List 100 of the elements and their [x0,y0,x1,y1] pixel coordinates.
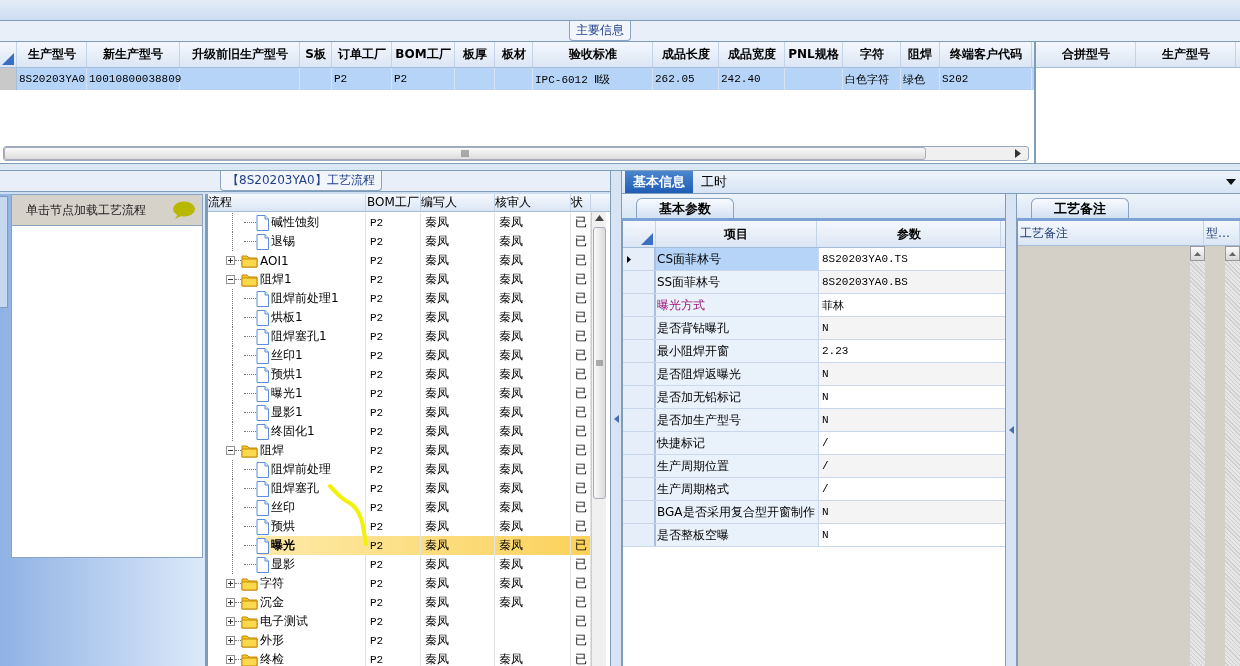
tree-row[interactable]: 显影 P2 秦凤 秦凤 已 [208,555,591,574]
parameter-name[interactable]: 快捷标记 [656,432,819,454]
column-header[interactable]: 终端客户代码 [940,42,1032,67]
column-header[interactable]: 板厚 [455,42,495,67]
table-cell: 已 [575,366,587,383]
column-header[interactable]: 新生产型号 [87,42,180,67]
column-header[interactable]: 工艺备注 [1018,221,1204,245]
tab[interactable]: 基本信息 [625,171,693,193]
column-header[interactable]: 编写人 [421,194,495,211]
table-cell: 秦凤 [499,290,523,307]
parameter-name[interactable]: 生产周期位置 [656,455,819,477]
tree-row[interactable]: 退锡 P2 秦凤 秦凤 已 [208,232,591,251]
parameter-name[interactable]: 曝光方式 [656,294,819,316]
tree-row[interactable]: 显影1 P2 秦凤 秦凤 已 [208,403,591,422]
table-cell: P2 [370,653,384,666]
tree-row[interactable]: 终固化1 P2 秦凤 秦凤 已 [208,422,591,441]
column-header[interactable]: 核审人 [495,194,571,211]
parameter-name[interactable]: 生产周期格式 [656,478,819,500]
parameter-name[interactable]: BGA是否采用复合型开窗制作 [656,501,819,523]
table-cell: P2 [394,73,408,85]
column-header[interactable]: 项目 [656,221,817,247]
column-header[interactable]: 生产型号 [1136,42,1236,67]
table-cell: 秦凤 [425,290,449,307]
tree-row[interactable]: 碱性蚀刻 P2 秦凤 秦凤 已 [208,213,591,232]
column-header[interactable]: BOM工厂 [392,42,455,67]
node-label: 阻焊前处理 [270,461,332,478]
column-header[interactable]: S板 [300,42,332,67]
parameter-name[interactable]: 是否背钻曝孔 [656,317,819,339]
table-cell: P2 [370,292,384,305]
column-header[interactable]: 合拼型号 [1036,42,1136,67]
parameter-name[interactable]: 是否加生产型号 [656,409,819,431]
table-cell: P2 [370,387,384,400]
tree-row[interactable]: 阻焊1 P2 秦凤 秦凤 已 [208,270,591,289]
tree-row[interactable]: 阻焊前处理1 P2 秦凤 秦凤 已 [208,289,591,308]
tree-row[interactable]: 阻焊 P2 秦凤 秦凤 已 [208,441,591,460]
tree-row[interactable]: 电子测试 P2 秦凤 已 [208,612,591,631]
tree-row[interactable]: 预烘1 P2 秦凤 秦凤 已 [208,365,591,384]
table-cell: 秦凤 [499,233,523,250]
node-label: 阻焊塞孔1 [270,328,328,345]
table-cell: 秦凤 [425,518,449,535]
table-cell: 秦凤 [499,442,523,459]
column-header[interactable]: 流程 [208,194,366,211]
node-label: 碱性蚀刻 [270,214,320,231]
tab[interactable]: 工艺备注 [1031,198,1129,218]
table-cell: 秦凤 [425,480,449,497]
node-label: 字符 [259,575,285,592]
table-cell: 秦凤 [425,366,449,383]
table-cell: 秦凤 [499,271,523,288]
table-cell: P2 [370,596,384,609]
table-cell: P2 [370,425,384,438]
column-header[interactable]: 字符 [843,42,901,67]
node-label: 阻焊前处理1 [270,290,340,307]
tree-row[interactable]: 字符 P2 秦凤 秦凤 已 [208,574,591,593]
parameter-name[interactable]: 是否整板空曝 [656,524,819,546]
table-cell: 已 [575,594,587,611]
tree-row[interactable]: 阻焊前处理 P2 秦凤 秦凤 已 [208,460,591,479]
table-cell: 秦凤 [499,366,523,383]
tree-row[interactable]: 外形 P2 秦凤 已 [208,631,591,650]
tree-row[interactable]: 丝印 P2 秦凤 秦凤 已 [208,498,591,517]
parameter-name[interactable]: 最小阻焊开窗 [656,340,819,362]
tree-row[interactable]: 预烘 P2 秦凤 秦凤 已 [208,517,591,536]
tree-row[interactable]: 烘板1 P2 秦凤 秦凤 已 [208,308,591,327]
tree-row[interactable]: AOI1 P2 秦凤 秦凤 已 [208,251,591,270]
tree-row[interactable]: 终检 P2 秦凤 秦凤 已 [208,650,591,666]
tree-row[interactable]: 丝印1 P2 秦凤 秦凤 已 [208,346,591,365]
tree-row[interactable]: 阻焊塞孔 P2 秦凤 秦凤 已 [208,479,591,498]
parameter-value: / [822,483,829,495]
table-cell: P2 [370,311,384,324]
column-header[interactable]: 阻焊 [901,42,940,67]
column-header[interactable]: 参数 [817,221,1001,247]
tab[interactable]: 基本参数 [636,198,734,218]
tab[interactable]: 工时 [693,171,735,193]
column-header[interactable]: BOM工厂 [366,194,421,211]
table-row[interactable]: 8S20203YA0 10010800038809 P2 P2 IPC-6012 Ⅱ级 262.05 242.40 白色字符 绿色 S202 [0,68,1034,90]
column-header[interactable]: 验收标准 [533,42,653,67]
parameter-value: N [822,414,829,426]
tree-row[interactable]: 沉金 P2 秦凤 秦凤 已 [208,593,591,612]
column-header[interactable]: 升级前旧生产型号 [180,42,300,67]
column-header[interactable]: 状 [571,194,591,211]
parameter-name[interactable]: 是否阻焊返曝光 [656,363,819,385]
table-cell-text: 白色字符 [845,72,889,87]
table-cell: 秦凤 [425,385,449,402]
table-cell: 秦凤 [499,651,523,666]
column-header[interactable]: 订单工厂 [332,42,392,67]
tree-row[interactable]: 阻焊塞孔1 P2 秦凤 秦凤 已 [208,327,591,346]
table-cell: P2 [370,273,384,286]
column-header[interactable]: 成品宽度 [719,42,785,67]
column-header[interactable]: 生产型号 [17,42,87,67]
table-cell: 秦凤 [425,233,449,250]
column-header[interactable]: 板材 [495,42,533,67]
parameter-value: N [822,368,829,380]
column-header[interactable]: 型… [1204,221,1240,245]
parameter-name[interactable]: 是否加无铅标记 [656,386,819,408]
parameter-name[interactable]: CS面菲林号 [656,248,819,270]
table-cell: 秦凤 [499,347,523,364]
column-header[interactable]: PNL规格 [785,42,843,67]
node-label: 显影1 [270,404,304,421]
column-header[interactable]: 成品长度 [653,42,719,67]
tree-row[interactable]: 曝光1 P2 秦凤 秦凤 已 [208,384,591,403]
parameter-name[interactable]: SS面菲林号 [656,271,819,293]
